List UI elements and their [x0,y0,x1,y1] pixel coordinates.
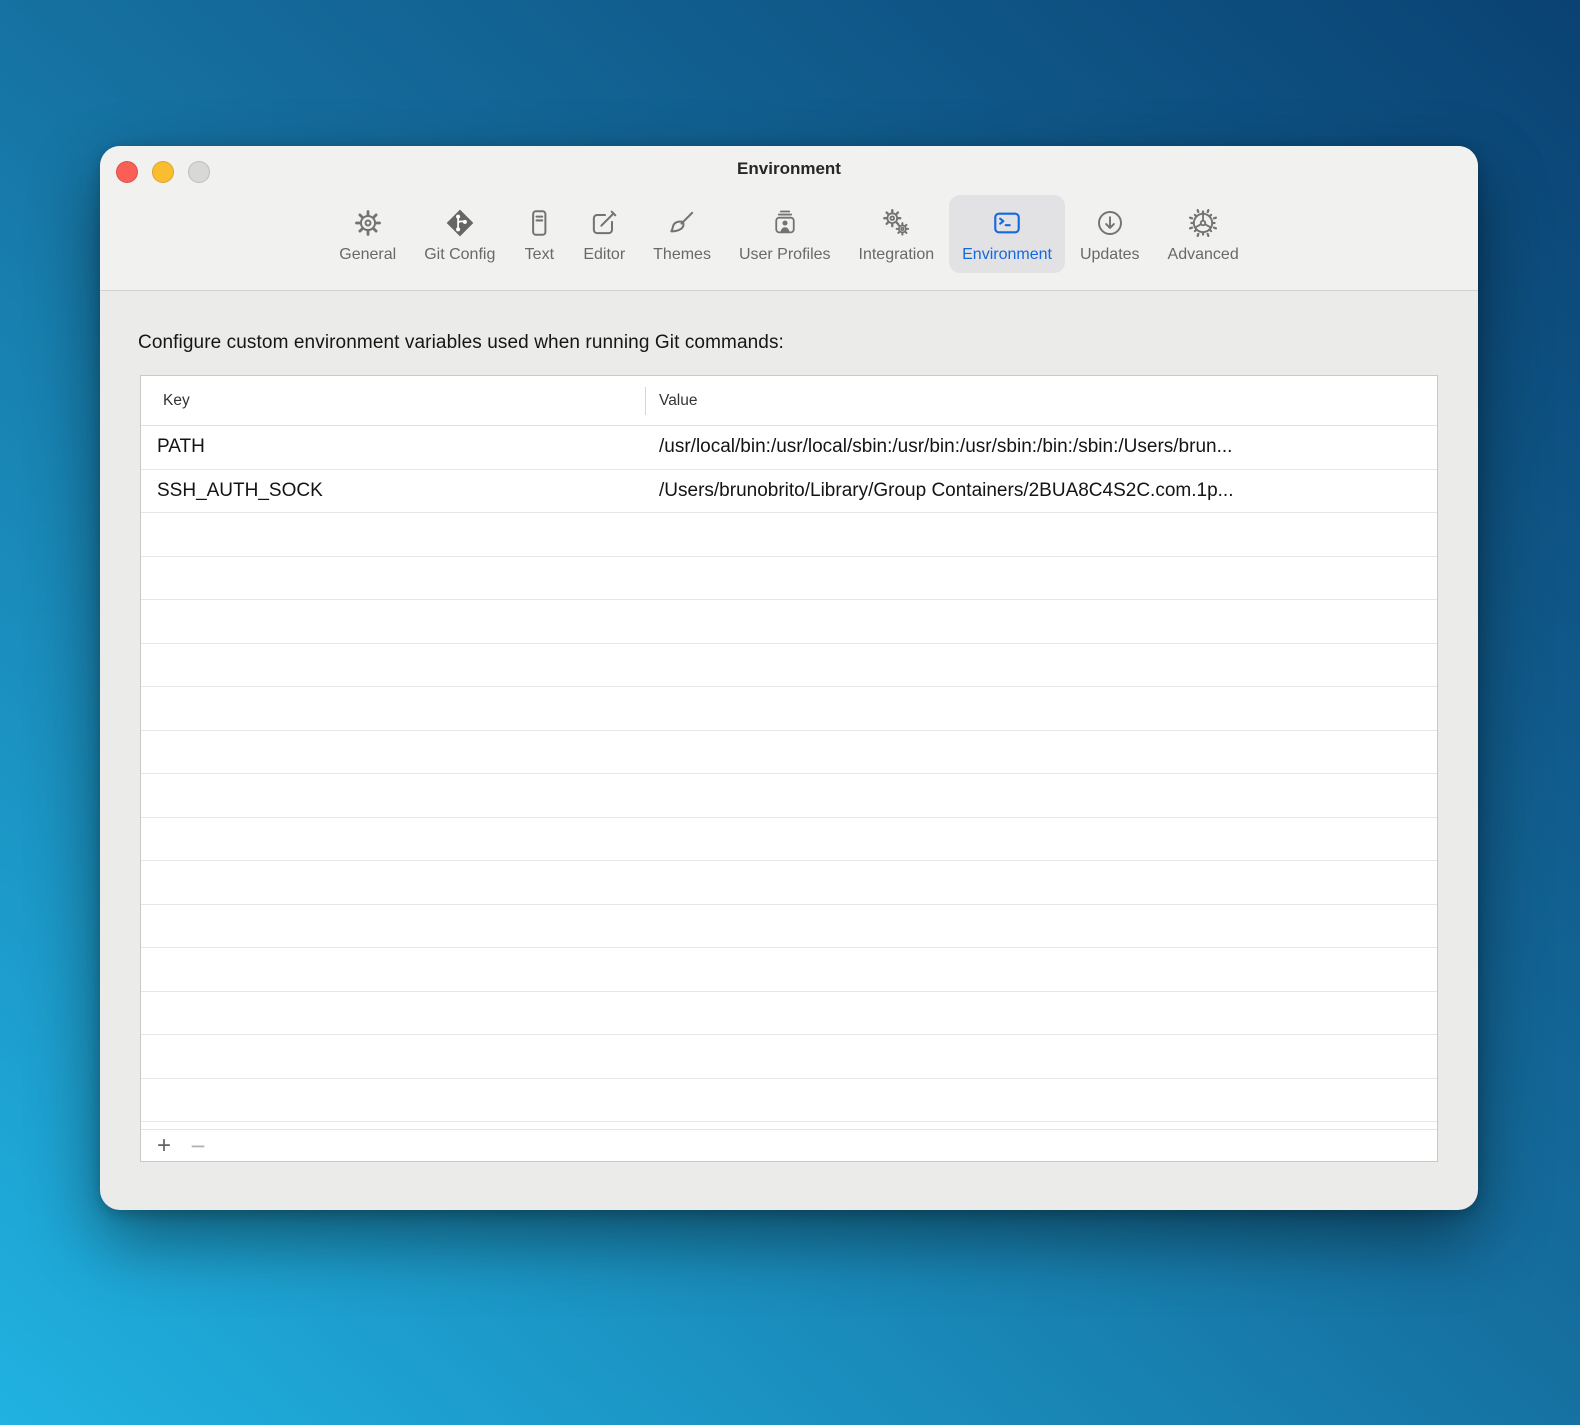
tab-user-profiles[interactable]: User Profiles [726,195,844,273]
empty-table-row[interactable] [141,687,1437,731]
pane-description: Configure custom environment variables u… [138,332,1440,354]
empty-table-row[interactable] [141,513,1437,557]
toolbar-tabs: General Git Config [100,195,1478,273]
window-title: Environment [100,159,1478,179]
tab-editor[interactable]: Editor [570,195,638,273]
tab-advanced[interactable]: Advanced [1155,195,1252,273]
table-header: Key Value [141,376,1437,426]
preferences-window: Environment General [100,146,1478,1210]
empty-table-row[interactable] [141,948,1437,992]
empty-table-row[interactable] [141,600,1437,644]
tab-environment[interactable]: Environment [949,195,1065,273]
table-footer: + − [141,1130,1437,1161]
tab-text[interactable]: Text [510,195,568,273]
tab-updates[interactable]: Updates [1067,195,1153,273]
tab-environment-label: Environment [962,246,1052,264]
document-icon [523,203,555,243]
paintbrush-icon [666,203,698,243]
two-gears-icon [880,203,912,243]
empty-table-row[interactable] [141,1035,1437,1079]
contact-card-icon [769,203,801,243]
tab-editor-label: Editor [583,246,625,264]
empty-table-row[interactable] [141,861,1437,905]
column-header-value[interactable]: Value [645,392,1437,410]
table-spacer [141,1122,1437,1130]
environment-pane: Configure custom environment variables u… [100,291,1478,1162]
column-header-key[interactable]: Key [141,392,645,410]
titlebar: Environment General [100,146,1478,291]
square-pencil-icon [588,203,620,243]
tab-user-profiles-label: User Profiles [739,246,831,264]
empty-table-row[interactable] [141,731,1437,775]
tab-updates-label: Updates [1080,246,1140,264]
tab-git-config-label: Git Config [424,246,495,264]
empty-table-row[interactable] [141,992,1437,1036]
tab-general[interactable]: General [326,195,409,273]
gear-icon [352,203,384,243]
download-circle-icon [1094,203,1126,243]
row-key: PATH [141,436,645,458]
empty-table-row[interactable] [141,818,1437,862]
terminal-icon [991,203,1023,243]
row-key: SSH_AUTH_SOCK [141,480,645,502]
table-row[interactable]: PATH/usr/local/bin:/usr/local/sbin:/usr/… [141,426,1437,470]
tab-themes[interactable]: Themes [640,195,724,273]
add-variable-button[interactable]: + [151,1133,177,1159]
row-value: /usr/local/bin:/usr/local/sbin:/usr/bin:… [645,436,1437,458]
empty-table-row[interactable] [141,644,1437,688]
cog-spokes-icon [1187,203,1219,243]
tab-integration[interactable]: Integration [846,195,948,273]
tab-git-config[interactable]: Git Config [411,195,508,273]
empty-table-row[interactable] [141,905,1437,949]
git-diamond-icon [444,203,476,243]
tab-advanced-label: Advanced [1168,246,1239,264]
env-variables-table: Key Value PATH/usr/local/bin:/usr/local/… [140,375,1438,1162]
empty-table-row[interactable] [141,774,1437,818]
tab-integration-label: Integration [859,246,935,264]
tab-text-label: Text [525,246,554,264]
empty-table-row[interactable] [141,1079,1437,1123]
tab-themes-label: Themes [653,246,711,264]
table-row[interactable]: SSH_AUTH_SOCK/Users/brunobrito/Library/G… [141,470,1437,514]
remove-variable-button[interactable]: − [185,1133,211,1159]
table-rows: PATH/usr/local/bin:/usr/local/sbin:/usr/… [141,426,1437,1122]
tab-general-label: General [339,246,396,264]
empty-table-row[interactable] [141,557,1437,601]
row-value: /Users/brunobrito/Library/Group Containe… [645,480,1437,502]
